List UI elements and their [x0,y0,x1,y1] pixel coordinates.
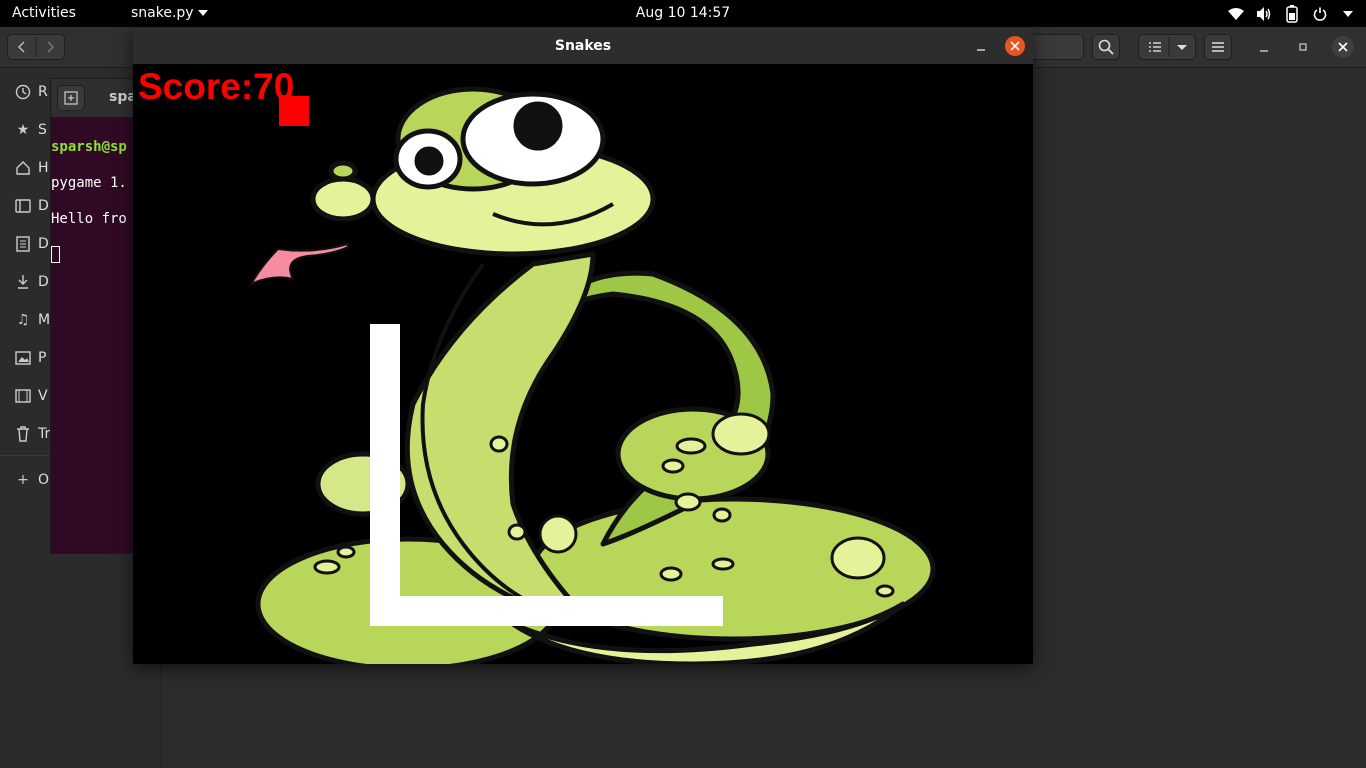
list-view-icon [1149,37,1187,57]
top-bar: Activities snake.py Aug 10 14:57 [0,0,1366,27]
activities-button[interactable]: Activities [12,5,76,21]
terminal-titlebar: spa [51,79,141,117]
sidebar-item-documents[interactable]: D [14,233,49,255]
sidebar-item-home[interactable]: H [14,157,49,179]
maximize-button[interactable] [1293,37,1313,57]
system-tray[interactable] [1226,3,1358,25]
app-menu[interactable]: snake.py [131,5,208,21]
power-icon [1310,4,1330,24]
terminal-cursor [51,246,60,263]
minimize-button[interactable] [1254,37,1274,57]
sidebar-item-label: H [38,160,49,176]
app-menu-label: snake.py [131,5,194,21]
game-canvas[interactable]: Score:70 [133,64,1033,664]
new-tab-button[interactable] [57,85,85,111]
videos-icon [14,387,32,405]
chevron-down-icon [197,10,208,16]
sidebar-item-label: S [38,122,47,138]
sidebar-item-recent[interactable]: R [14,81,48,103]
chevron-down-icon [1338,4,1358,24]
score-label: Score:70 [138,66,295,107]
sidebar-item-starred[interactable]: ★ S [14,119,47,141]
music-icon: ♫ [16,312,30,328]
desktop-icon [14,197,32,215]
plus-icon: + [17,472,29,488]
sidebar-item-videos[interactable]: V [14,385,48,407]
sidebar-item-other-locations[interactable]: + O [14,469,49,491]
sidebar-item-downloads[interactable]: D [14,271,49,293]
terminal-output[interactable]: sparsh@sp pygame 1. Hello fro [51,120,141,300]
downloads-icon [14,273,32,291]
sidebar-item-pictures[interactable]: P [14,347,46,369]
star-icon: ★ [16,122,30,138]
search-button[interactable] [1092,34,1120,60]
window-title: Snakes [554,38,612,54]
sidebar-item-label: Tr [38,426,51,442]
path-bar-end[interactable] [1030,34,1084,60]
sidebar-item-label: M [38,312,51,328]
close-icon [1010,41,1020,51]
sidebar-item-trash[interactable]: Tr [14,423,50,445]
game-titlebar[interactable]: Snakes [133,28,1033,65]
wifi-icon [1226,4,1246,24]
snakes-game-window[interactable]: Snakes Score:70 [133,28,1033,664]
terminal-prompt: sparsh@sp [51,139,127,155]
close-button[interactable] [1005,36,1025,56]
minimize-icon [977,49,985,51]
trash-icon [14,425,32,443]
menu-button[interactable] [1204,34,1232,60]
volume-icon [1254,4,1274,24]
close-button[interactable] [1332,36,1354,58]
sidebar-item-label: D [38,236,49,252]
recent-icon [14,83,32,101]
sidebar-item-music[interactable]: ♫ M [14,309,50,331]
snake-segment-horizontal [370,596,723,626]
documents-icon [14,235,32,253]
new-tab-icon [64,91,78,105]
terminal-line: pygame 1. [51,175,127,191]
terminal-line: Hello fro [51,211,127,227]
clock[interactable]: Aug 10 14:57 [636,5,730,21]
view-options-button[interactable] [1138,34,1196,60]
food-block [279,96,309,126]
close-icon [1338,42,1348,52]
terminal-window[interactable]: spa sparsh@sp pygame 1. Hello fro [50,78,142,554]
battery-icon [1282,4,1302,24]
snake-segment-vertical [370,324,400,626]
snake-illustration [248,86,936,664]
search-icon [1098,39,1114,55]
pictures-icon [14,349,32,367]
sidebar-item-label: V [38,388,48,404]
sidebar-item-label: R [38,84,48,100]
sidebar-item-desktop[interactable]: D [14,195,49,217]
minimize-button[interactable] [971,36,991,56]
sidebar-item-label: O [38,472,50,488]
sidebar-item-label: P [38,350,47,366]
sidebar-item-label: D [38,274,49,290]
home-icon [14,159,32,177]
sidebar-item-label: D [38,198,49,214]
hamburger-icon [1212,42,1224,52]
back-forward-buttons[interactable] [7,34,65,60]
